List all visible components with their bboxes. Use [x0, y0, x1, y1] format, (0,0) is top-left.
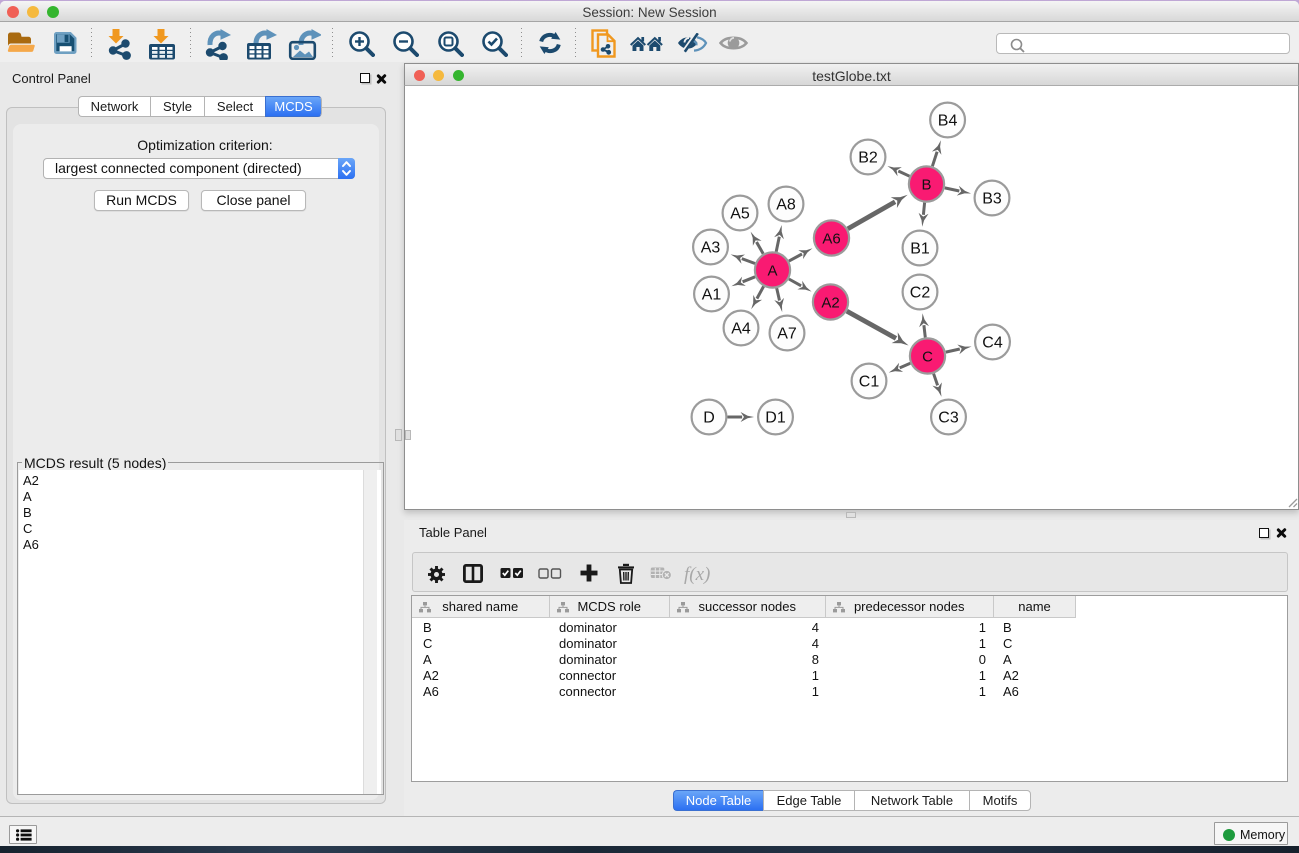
- svg-text:A6: A6: [822, 230, 840, 247]
- svg-text:B: B: [921, 176, 931, 193]
- svg-text:C3: C3: [938, 410, 959, 427]
- svg-text:C1: C1: [859, 374, 880, 391]
- svg-text:B3: B3: [982, 191, 1002, 208]
- svg-text:A1: A1: [702, 287, 722, 304]
- svg-text:C: C: [922, 348, 933, 365]
- svg-text:D: D: [703, 410, 715, 427]
- svg-text:C2: C2: [910, 285, 931, 302]
- svg-text:A: A: [767, 262, 777, 279]
- svg-text:A7: A7: [777, 326, 797, 343]
- svg-text:C4: C4: [982, 335, 1003, 352]
- svg-text:D1: D1: [765, 410, 786, 427]
- svg-text:A3: A3: [701, 240, 721, 257]
- svg-text:B4: B4: [938, 113, 958, 130]
- svg-text:B2: B2: [858, 150, 878, 167]
- svg-text:A5: A5: [730, 206, 750, 223]
- svg-text:B1: B1: [910, 241, 930, 258]
- svg-text:A2: A2: [821, 294, 839, 311]
- svg-text:A4: A4: [731, 321, 751, 338]
- svg-text:A8: A8: [776, 197, 796, 214]
